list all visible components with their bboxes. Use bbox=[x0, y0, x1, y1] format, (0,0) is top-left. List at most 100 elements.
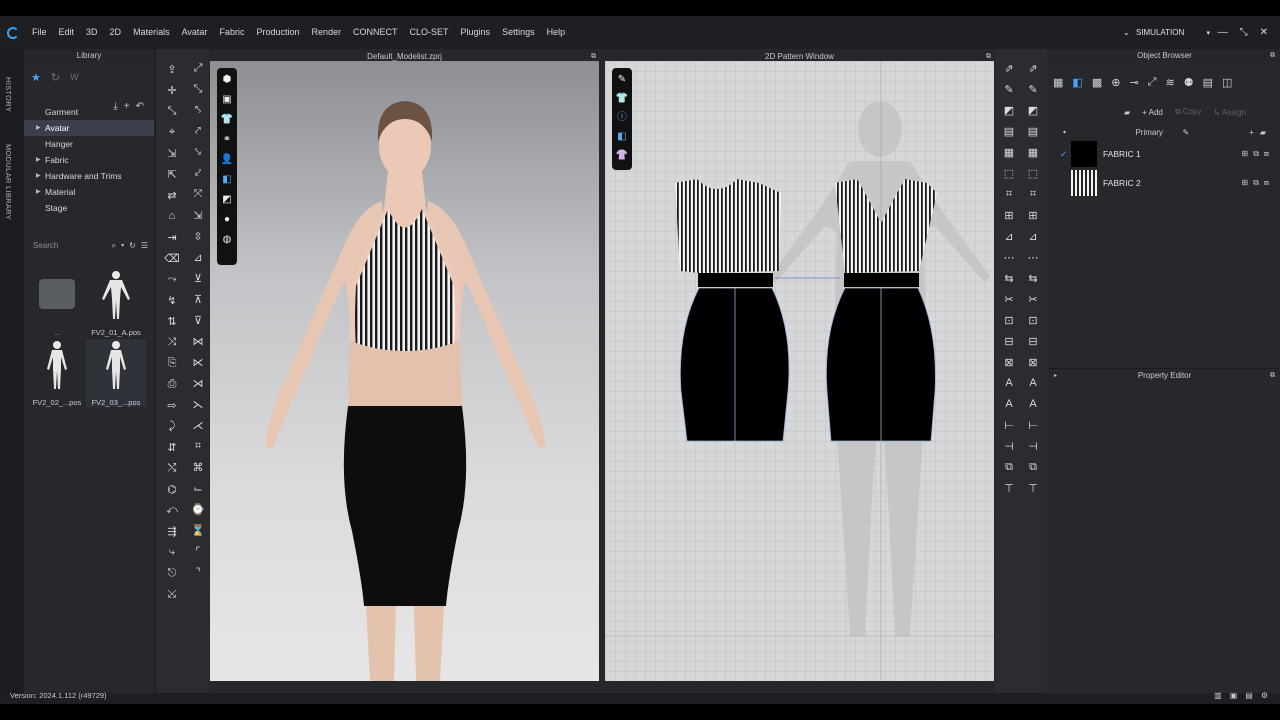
3d-a-tool-15-icon[interactable]: ⎙ bbox=[164, 377, 180, 391]
clo-logo-icon[interactable]: ↻ bbox=[51, 71, 60, 84]
maximize-icon[interactable]: ⧉ bbox=[1270, 52, 1275, 60]
2d-tool-25-icon[interactable]: ▦ bbox=[1025, 145, 1041, 159]
menu-connect[interactable]: CONNECT bbox=[347, 16, 404, 49]
3d-b-tool-16-icon[interactable]: ⋋ bbox=[190, 397, 206, 411]
3d-a-tool-14-icon[interactable]: ⎘ bbox=[164, 356, 180, 370]
2d-tool-34-icon[interactable]: ⊟ bbox=[1025, 334, 1041, 348]
folder-icon[interactable]: ▰ bbox=[1124, 108, 1130, 117]
3d-a-tool-22-icon[interactable]: ⇶ bbox=[164, 524, 180, 538]
2d-tool-4-icon[interactable]: ▦ bbox=[1001, 145, 1017, 159]
marvelous-logo-icon[interactable]: W bbox=[70, 72, 79, 82]
tree-item-fabric[interactable]: ▶ Fabric bbox=[24, 152, 154, 168]
2d-tool-15-icon[interactable]: A bbox=[1001, 376, 1017, 390]
2d-tool-9-icon[interactable]: ⋯ bbox=[1001, 250, 1017, 264]
library-item-avatar[interactable]: FV2_02_...pos bbox=[27, 339, 87, 407]
3d-a-tool-4-icon[interactable]: ⇲ bbox=[164, 146, 180, 160]
size-icon[interactable]: ◫ bbox=[1222, 76, 1232, 89]
tab-modular-library[interactable]: MODULAR LIBRARY bbox=[4, 144, 13, 220]
2d-tool-37-icon[interactable]: A bbox=[1025, 397, 1041, 411]
2d-tool-11-icon[interactable]: ✂ bbox=[1001, 292, 1017, 306]
split-view-icon[interactable]: ▥ bbox=[1214, 691, 1222, 700]
2d-tool-38-icon[interactable]: ⊢ bbox=[1025, 418, 1041, 432]
2d-tool-41-icon[interactable]: ⊤ bbox=[1025, 481, 1041, 495]
expand-arrow-icon[interactable]: ▶ bbox=[36, 152, 41, 168]
fabric-item[interactable]: FABRIC 2 ⊞ ⧉ ⧈ bbox=[1057, 169, 1273, 197]
3d-a-tool-25-icon[interactable]: ⤩ bbox=[164, 587, 180, 601]
copy-icon[interactable]: ⧈ bbox=[1264, 149, 1269, 159]
menu-file[interactable]: File bbox=[26, 16, 53, 49]
settings-icon[interactable]: ⚙ bbox=[1261, 691, 1268, 700]
search-icon[interactable]: ⌕ bbox=[112, 241, 116, 251]
3d-a-tool-0-icon[interactable]: ⇪ bbox=[164, 62, 180, 76]
copy-button[interactable]: ⧉ Copy bbox=[1175, 107, 1202, 117]
3d-a-tool-23-icon[interactable]: ⤷ bbox=[164, 545, 180, 559]
3d-b-tool-10-icon[interactable]: ⊻ bbox=[190, 271, 206, 285]
3d-b-tool-5-icon[interactable]: ⤦ bbox=[190, 166, 206, 180]
texture-icon[interactable]: ▩ bbox=[1092, 76, 1102, 89]
2d-tool-22-icon[interactable]: ✎ bbox=[1025, 82, 1041, 96]
add-icon[interactable]: + bbox=[1249, 128, 1254, 137]
3d-b-tool-14-icon[interactable]: ⋉ bbox=[190, 355, 206, 369]
2d-tool-5-icon[interactable]: ⬚ bbox=[1001, 166, 1017, 180]
3d-b-tool-18-icon[interactable]: ⌗ bbox=[190, 439, 206, 453]
3d-b-tool-24-icon[interactable]: ⌝ bbox=[190, 565, 206, 579]
library-search[interactable]: Search ⌕ ▾ ↻ ☰ bbox=[30, 237, 148, 254]
2d-tool-28-icon[interactable]: ⊞ bbox=[1025, 208, 1041, 222]
3d-b-tool-8-icon[interactable]: ⇳ bbox=[190, 229, 206, 243]
expand-arrow-icon[interactable]: ▶ bbox=[36, 168, 41, 184]
3d-a-tool-16-icon[interactable]: ⇨ bbox=[164, 398, 180, 412]
assign-icon[interactable]: ⧉ bbox=[1253, 178, 1259, 188]
library-item-folder[interactable]: .. bbox=[27, 269, 87, 337]
folder-icon[interactable]: ▰ bbox=[1260, 128, 1266, 137]
3d-b-tool-23-icon[interactable]: ⌜ bbox=[190, 544, 206, 558]
2d-tool-27-icon[interactable]: ⌗ bbox=[1025, 187, 1041, 201]
3d-a-tool-19-icon[interactable]: ⤭ bbox=[164, 461, 180, 475]
3d-a-tool-18-icon[interactable]: ⇵ bbox=[164, 440, 180, 454]
menu-help[interactable]: Help bbox=[541, 16, 572, 49]
3d-a-tool-12-icon[interactable]: ⇅ bbox=[164, 314, 180, 328]
3d-b-tool-19-icon[interactable]: ⌘ bbox=[190, 460, 206, 474]
2d-tool-35-icon[interactable]: ⊠ bbox=[1025, 355, 1041, 369]
2d-tool-3-icon[interactable]: ▤ bbox=[1001, 124, 1017, 138]
add-fabric-button[interactable]: + Add bbox=[1142, 108, 1163, 117]
2d-tool-20-icon[interactable]: ⊤ bbox=[1001, 481, 1017, 495]
assign-icon[interactable]: ⧉ bbox=[1253, 149, 1259, 159]
3d-b-tool-1-icon[interactable]: ⤡ bbox=[190, 82, 206, 96]
3d-b-tool-12-icon[interactable]: ⊽ bbox=[190, 313, 206, 327]
2d-tool-40-icon[interactable]: ⧉ bbox=[1025, 460, 1041, 474]
add-icon[interactable]: ⊞ bbox=[1241, 178, 1248, 188]
menu-3d[interactable]: 3D bbox=[80, 16, 104, 49]
2d-tool-18-icon[interactable]: ⊣ bbox=[1001, 439, 1017, 453]
2d-tool-12-icon[interactable]: ⊡ bbox=[1001, 313, 1017, 327]
tree-item-hardware-and-trims[interactable]: ▶ Hardware and Trims bbox=[24, 168, 154, 184]
3d-b-tool-13-icon[interactable]: ⋈ bbox=[190, 334, 206, 348]
tree-item-material[interactable]: ▶ Material bbox=[24, 184, 154, 200]
menu-production[interactable]: Production bbox=[250, 16, 305, 49]
3d-a-tool-1-icon[interactable]: ✛ bbox=[164, 83, 180, 97]
favorites-star-icon[interactable]: ★ bbox=[31, 71, 41, 84]
library-item-avatar[interactable]: FV2_01_A.pos bbox=[86, 269, 146, 337]
3d-b-tool-2-icon[interactable]: ⤣ bbox=[190, 103, 206, 117]
2d-tool-36-icon[interactable]: A bbox=[1025, 376, 1041, 390]
3d-b-tool-17-icon[interactable]: ⋌ bbox=[190, 418, 206, 432]
2d-tool-21-icon[interactable]: ⇗ bbox=[1025, 61, 1041, 75]
2d-tool-31-icon[interactable]: ⇆ bbox=[1025, 271, 1041, 285]
2d-tool-14-icon[interactable]: ⊠ bbox=[1001, 355, 1017, 369]
3d-b-tool-0-icon[interactable]: ⤢ bbox=[190, 61, 206, 75]
buttonhole-icon[interactable]: ⊸ bbox=[1129, 76, 1138, 89]
2d-view-icon[interactable]: ▤ bbox=[1245, 691, 1253, 700]
maximize-icon[interactable]: ⧉ bbox=[986, 53, 991, 61]
trim-icon[interactable]: ⚉ bbox=[1184, 76, 1194, 89]
3d-b-tool-9-icon[interactable]: ⊿ bbox=[190, 250, 206, 264]
2d-tool-6-icon[interactable]: ⌗ bbox=[1001, 187, 1017, 201]
3d-a-tool-9-icon[interactable]: ⌫ bbox=[164, 251, 180, 265]
menu-2d[interactable]: 2D bbox=[104, 16, 128, 49]
menu-fabric[interactable]: Fabric bbox=[213, 16, 250, 49]
primary-group-row[interactable]: ▾ Primary ✎ + ▰ bbox=[1049, 125, 1280, 139]
2d-tool-0-icon[interactable]: ⇗ bbox=[1001, 61, 1017, 75]
menu-render[interactable]: Render bbox=[305, 16, 347, 49]
menu-materials[interactable]: Materials bbox=[127, 16, 176, 49]
3d-b-tool-21-icon[interactable]: ⌚ bbox=[190, 502, 206, 516]
3d-a-tool-8-icon[interactable]: ⇥ bbox=[164, 230, 180, 244]
simulation-dropdown-icon[interactable]: ▾ bbox=[1206, 30, 1210, 37]
